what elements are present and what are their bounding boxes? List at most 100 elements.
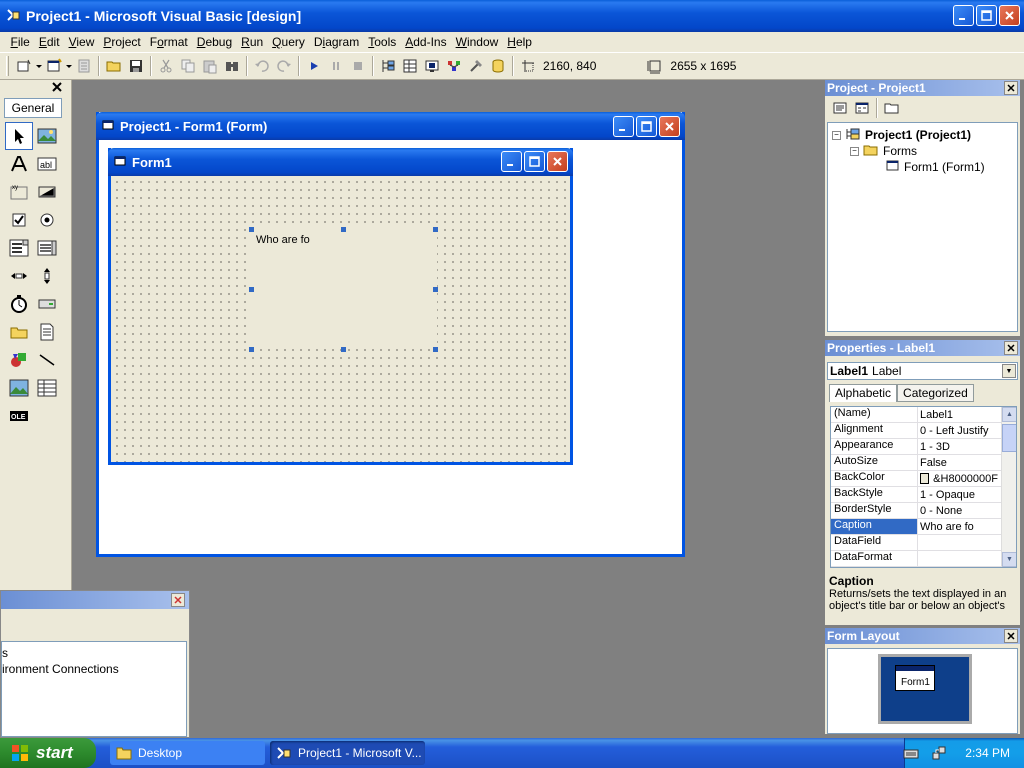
picturebox-icon[interactable] <box>33 122 61 150</box>
property-value[interactable] <box>918 551 998 566</box>
commandbutton-icon[interactable] <box>33 178 61 206</box>
menu-diagram[interactable]: Diagram <box>309 35 363 49</box>
optionbutton-icon[interactable] <box>33 206 61 234</box>
form1-maximize-button[interactable] <box>524 151 545 172</box>
tab-alphabetic[interactable]: Alphabetic <box>829 384 898 402</box>
form-layout-close-icon[interactable] <box>1004 629 1018 643</box>
property-row-borderstyle[interactable]: BorderStyle 0 - None <box>831 503 1016 519</box>
menu-run[interactable]: Run <box>237 35 268 49</box>
resize-handle-sw[interactable] <box>249 347 254 352</box>
menu-view[interactable]: View <box>64 35 99 49</box>
view-code-icon[interactable] <box>829 97 851 119</box>
dropdown-arrow-icon[interactable] <box>65 55 73 77</box>
vscrollbar-icon[interactable] <box>33 262 61 290</box>
menu-editor-icon[interactable] <box>73 55 95 77</box>
form-layout-icon[interactable] <box>421 55 443 77</box>
menu-file[interactable]: File <box>6 35 34 49</box>
clock[interactable]: 2:34 PM <box>965 746 1010 760</box>
ole-icon[interactable]: OLE <box>5 402 33 430</box>
property-value[interactable]: &H8000000F <box>918 471 998 486</box>
properties-scrollbar[interactable]: ▲ ▼ <box>1001 407 1016 567</box>
data-environment-titlebar[interactable] <box>1 591 189 609</box>
close-button[interactable] <box>999 5 1020 26</box>
image-icon[interactable] <box>5 374 33 402</box>
menu-addins[interactable]: Add-Ins <box>401 35 451 49</box>
shape-icon[interactable] <box>5 346 33 374</box>
timer-icon[interactable] <box>5 290 33 318</box>
textbox-icon[interactable]: abl <box>33 150 61 178</box>
designer-minimize-button[interactable] <box>613 116 634 137</box>
properties-grid[interactable]: (Name) Label1 Alignment 0 - Left Justify App… <box>830 406 1017 568</box>
collapse-icon[interactable]: − <box>832 130 841 140</box>
add-form-icon[interactable] <box>43 55 65 77</box>
scroll-down-icon[interactable]: ▼ <box>1002 552 1016 567</box>
combobox-icon[interactable] <box>5 234 33 262</box>
properties-window-icon[interactable] <box>399 55 421 77</box>
network-icon[interactable] <box>931 745 947 761</box>
toolbox-close-icon[interactable] <box>51 81 63 93</box>
label-icon[interactable] <box>5 150 33 178</box>
data-icon[interactable] <box>33 374 61 402</box>
view-object-icon[interactable] <box>851 97 873 119</box>
resize-handle-ne[interactable] <box>433 227 438 232</box>
menu-format[interactable]: Format <box>145 35 192 49</box>
data-environment-tree[interactable]: s ironment Connections <box>1 641 187 737</box>
designer-maximize-button[interactable] <box>636 116 657 137</box>
object-browser-icon[interactable] <box>443 55 465 77</box>
project-explorer-titlebar[interactable]: Project - Project1 <box>825 80 1020 96</box>
menu-debug[interactable]: Debug <box>192 35 236 49</box>
property-row-datafield[interactable]: DataField <box>831 535 1016 551</box>
toolbox-icon[interactable] <box>465 55 487 77</box>
list-item[interactable]: s <box>2 646 8 660</box>
listbox-icon[interactable] <box>33 234 61 262</box>
tab-categorized[interactable]: Categorized <box>897 384 974 402</box>
data-view-icon[interactable] <box>487 55 509 77</box>
property-value[interactable]: 1 - 3D <box>918 439 998 454</box>
checkbox-icon[interactable] <box>5 206 33 234</box>
form1-minimize-button[interactable] <box>501 151 522 172</box>
property-row-appearance[interactable]: Appearance 1 - 3D <box>831 439 1016 455</box>
mini-form1[interactable]: Form1 <box>895 665 935 691</box>
object-selector-combo[interactable]: Label1 Label ▼ <box>827 362 1018 380</box>
property-value[interactable]: Label1 <box>918 407 998 422</box>
resize-handle-n[interactable] <box>341 227 346 232</box>
designer-close-button[interactable] <box>659 116 680 137</box>
property-row-backcolor[interactable]: BackColor &H8000000F <box>831 471 1016 487</box>
menu-window[interactable]: Window <box>451 35 503 49</box>
dropdown-arrow-icon[interactable] <box>35 55 43 77</box>
save-project-icon[interactable] <box>125 55 147 77</box>
property-row-backstyle[interactable]: BackStyle 1 - Opaque <box>831 487 1016 503</box>
drivelistbox-icon[interactable] <box>33 290 61 318</box>
hscrollbar-icon[interactable] <box>5 262 33 290</box>
resize-handle-s[interactable] <box>341 347 346 352</box>
scroll-up-icon[interactable]: ▲ <box>1002 407 1016 422</box>
keyboard-icon[interactable] <box>902 744 920 762</box>
collapse-icon[interactable]: − <box>850 146 859 156</box>
end-icon[interactable] <box>347 55 369 77</box>
property-value[interactable] <box>918 535 998 550</box>
copy-icon[interactable] <box>177 55 199 77</box>
redo-icon[interactable] <box>273 55 295 77</box>
cut-icon[interactable] <box>155 55 177 77</box>
project-explorer-icon[interactable] <box>377 55 399 77</box>
taskbar-button-desktop[interactable]: Desktop <box>110 741 265 765</box>
start-button[interactable]: start <box>0 738 96 768</box>
add-project-icon[interactable] <box>13 55 35 77</box>
maximize-button[interactable] <box>976 5 997 26</box>
resize-handle-se[interactable] <box>433 347 438 352</box>
property-value[interactable]: 0 - Left Justify <box>918 423 998 438</box>
menu-query[interactable]: Query <box>268 35 310 49</box>
paste-icon[interactable] <box>199 55 221 77</box>
list-item[interactable]: ironment Connections <box>2 662 119 676</box>
project-tree[interactable]: − Project1 (Project1) − Forms Form1 (For… <box>827 122 1018 332</box>
menu-edit[interactable]: Edit <box>34 35 64 49</box>
scroll-thumb[interactable] <box>1002 424 1016 452</box>
property-row-name[interactable]: (Name) Label1 <box>831 407 1016 423</box>
break-icon[interactable] <box>325 55 347 77</box>
frame-icon[interactable]: xy <box>5 178 33 206</box>
label1-control[interactable]: Who are fo <box>251 229 437 349</box>
menu-help[interactable]: Help <box>503 35 537 49</box>
toggle-folders-icon[interactable] <box>881 97 903 119</box>
taskbar-button-vb[interactable]: Project1 - Microsoft V... <box>270 741 425 765</box>
form1-designer[interactable]: Form1 Who are fo <box>108 148 573 465</box>
